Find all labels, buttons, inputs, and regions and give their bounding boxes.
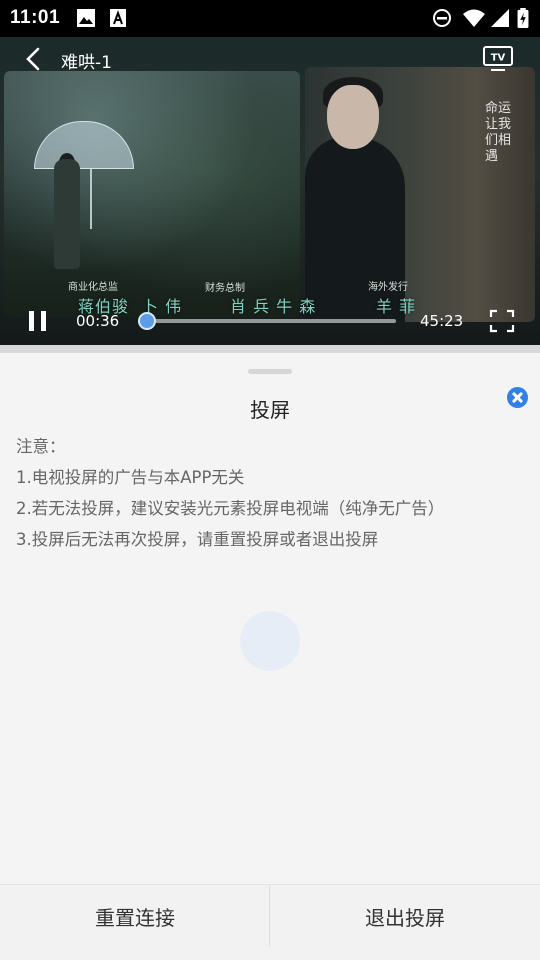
divider: [0, 345, 540, 353]
battery-charging-icon: [517, 8, 529, 28]
image-icon: [77, 9, 95, 27]
status-time: 11:01: [10, 7, 61, 28]
exit-cast-button[interactable]: 退出投屏: [270, 885, 540, 947]
pause-icon: [41, 311, 46, 331]
man-face: [327, 85, 379, 149]
umbrella-image: [34, 121, 134, 169]
close-icon[interactable]: [507, 387, 528, 408]
sheet-footer: 重置连接 退出投屏: [0, 884, 540, 960]
wifi-icon: [463, 9, 485, 27]
notice-item: 3.投屏后无法再次投屏，请重置投屏或者退出投屏: [16, 530, 379, 549]
cast-name: 羊 菲: [376, 297, 417, 316]
credit-label: 财务总制: [205, 283, 245, 294]
pause-button[interactable]: [26, 309, 50, 333]
sheet-title: 投屏: [250, 398, 290, 422]
svg-text:TV: TV: [491, 53, 506, 64]
tv-cast-icon[interactable]: TV: [482, 45, 514, 73]
person-figure: [54, 159, 80, 269]
video-frame-left: [4, 71, 300, 317]
poster-text: 命运让我们相遇: [485, 101, 512, 164]
notice-item: 1.电视投屏的广告与本APP无关: [16, 468, 245, 487]
video-title: 难哄-1: [61, 53, 112, 73]
pause-icon: [29, 311, 34, 331]
fullscreen-icon[interactable]: [489, 309, 515, 333]
signal-icon: [491, 9, 509, 27]
notice-label: 注意：: [16, 437, 66, 456]
back-arrow-icon[interactable]: [22, 47, 46, 71]
seek-bar[interactable]: [146, 319, 396, 323]
video-player[interactable]: 命运让我们相遇 商业化总监 财务总制 海外发行 蒋伯骏 卜 伟 肖 兵 牛 森 …: [0, 37, 540, 345]
status-bar: 11:01: [0, 0, 540, 37]
credit-label: 商业化总监: [68, 282, 118, 293]
drag-handle[interactable]: [248, 369, 292, 374]
seek-thumb[interactable]: [138, 312, 156, 330]
a-badge-icon: [110, 9, 126, 27]
cast-bottom-sheet: 投屏 注意： 1.电视投屏的广告与本APP无关 2.若无法投屏，建议安装光元素投…: [0, 353, 540, 960]
cast-name: 肖 兵 牛 森: [230, 297, 317, 316]
reset-connection-button[interactable]: 重置连接: [0, 885, 270, 947]
current-time: 00:36: [76, 312, 120, 330]
do-not-disturb-icon: [433, 9, 451, 27]
notice-item: 2.若无法投屏，建议安装光元素投屏电视端（纯净无广告）: [16, 499, 445, 518]
credit-label: 海外发行: [368, 282, 408, 293]
umbrella-stick: [90, 169, 92, 229]
loading-spinner: [240, 611, 300, 671]
total-time: 45:23: [420, 312, 464, 330]
